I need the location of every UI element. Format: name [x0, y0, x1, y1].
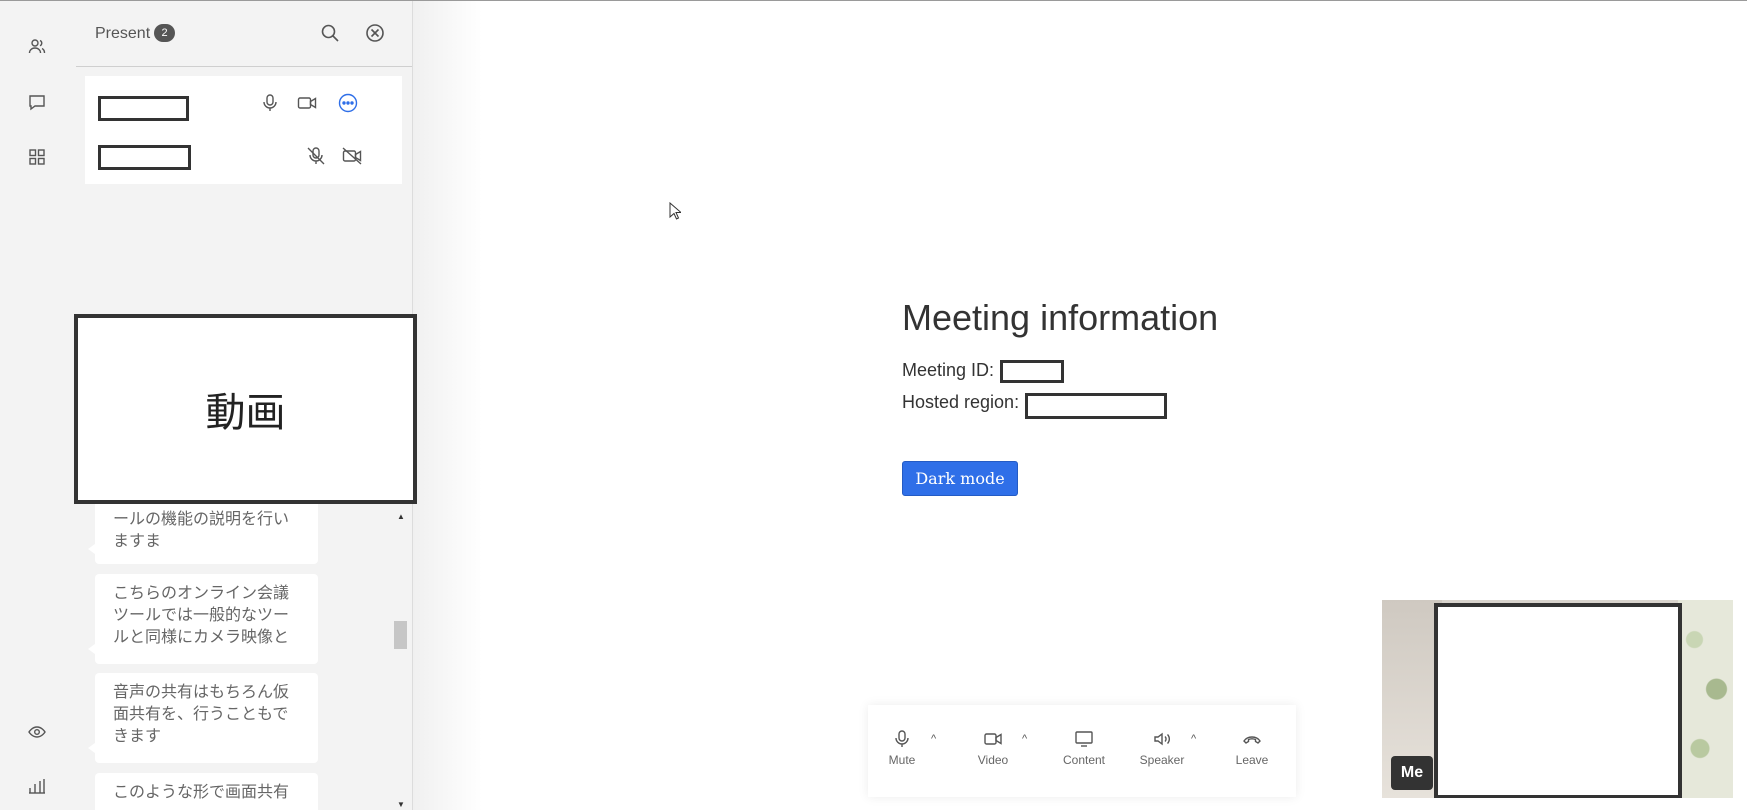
speaker-label: Speaker — [1139, 753, 1185, 767]
speaker-options-chevron-icon[interactable]: ^ — [1191, 733, 1196, 745]
participant-name-redacted — [98, 96, 189, 121]
close-panel-icon[interactable] — [364, 22, 386, 44]
video-label: Video — [977, 753, 1009, 767]
participant-list — [85, 76, 402, 184]
eye-icon[interactable] — [24, 719, 50, 745]
video-options-chevron-icon[interactable]: ^ — [1022, 733, 1027, 745]
participant-row[interactable] — [85, 130, 402, 184]
video-camera-icon — [984, 733, 1002, 745]
self-view-redacted — [1434, 603, 1682, 798]
self-view-plant — [1678, 600, 1733, 798]
leave-button[interactable]: Leave — [1222, 729, 1282, 767]
leave-label: Leave — [1235, 753, 1269, 767]
me-badge: Me — [1391, 756, 1433, 790]
more-options-icon[interactable] — [337, 92, 359, 114]
self-view-video[interactable]: Me — [1382, 600, 1733, 798]
chat-bubble-icon[interactable] — [24, 89, 50, 115]
scroll-up-arrow-icon[interactable]: ▲ — [397, 512, 405, 521]
video-camera-icon[interactable] — [296, 92, 318, 114]
scroll-down-arrow-icon[interactable]: ▼ — [397, 800, 405, 809]
content-button[interactable]: Content — [1054, 729, 1114, 767]
meeting-info: Meeting information Meeting ID: Hosted r… — [902, 297, 1322, 496]
chat-scrollbar-thumb[interactable] — [394, 621, 407, 649]
chat-message-list: ールの機能の説明を行いますま こちらのオンライン会議ツールでは一般的なツールと同… — [76, 504, 413, 810]
meeting-toolbar: Mute ^ Video ^ Content Speaker ^ Leave — [868, 705, 1296, 797]
participant-row[interactable] — [85, 76, 402, 130]
microphone-muted-icon[interactable] — [305, 145, 327, 167]
video-placeholder: 動画 — [74, 314, 417, 504]
hosted-region-label: Hosted region: — [902, 392, 1020, 412]
mute-options-chevron-icon[interactable]: ^ — [931, 733, 936, 745]
monitor-icon — [1075, 731, 1093, 747]
video-button[interactable]: Video — [963, 729, 1023, 767]
mute-label: Mute — [888, 753, 916, 767]
left-rail — [0, 1, 76, 810]
mute-button[interactable]: Mute — [872, 729, 932, 767]
bar-chart-icon[interactable] — [24, 773, 50, 799]
search-icon[interactable] — [319, 22, 341, 44]
meeting-id-redacted — [1000, 360, 1064, 383]
meeting-info-title: Meeting information — [902, 297, 1219, 338]
participant-name-redacted — [98, 145, 191, 170]
chat-message: このような形で画面共有 — [95, 773, 318, 810]
chat-message: 音声の共有はもちろん仮面共有を、行うこともできます — [88, 673, 318, 763]
dark-mode-button[interactable]: Dark mode — [902, 461, 1018, 496]
meeting-window: Present 2 ールの機能の説明を行いますま こちらのオンライン会議ツールで… — [0, 0, 1747, 810]
microphone-icon — [895, 730, 909, 747]
hang-up-icon — [1243, 736, 1261, 744]
meeting-id-label: Meeting ID: — [902, 360, 995, 380]
mouse-cursor-icon — [669, 202, 681, 220]
panel-shadow — [413, 1, 483, 810]
content-label: Content — [1062, 753, 1106, 767]
grid-icon[interactable] — [24, 144, 50, 170]
speaker-button[interactable]: Speaker — [1132, 729, 1192, 767]
hosted-region-redacted — [1025, 393, 1167, 419]
participant-count-badge: 2 — [154, 24, 175, 42]
speaker-icon — [1154, 732, 1170, 746]
panel-title: Present — [95, 25, 151, 42]
panel-header: Present 2 — [76, 1, 412, 67]
microphone-icon[interactable] — [259, 92, 281, 114]
video-off-icon[interactable] — [341, 145, 363, 167]
chat-message: ールの機能の説明を行いますま — [88, 504, 318, 564]
people-icon[interactable] — [24, 34, 50, 60]
chat-message: こちらのオンライン会議ツールでは一般的なツールと同様にカメラ映像と — [88, 574, 318, 664]
